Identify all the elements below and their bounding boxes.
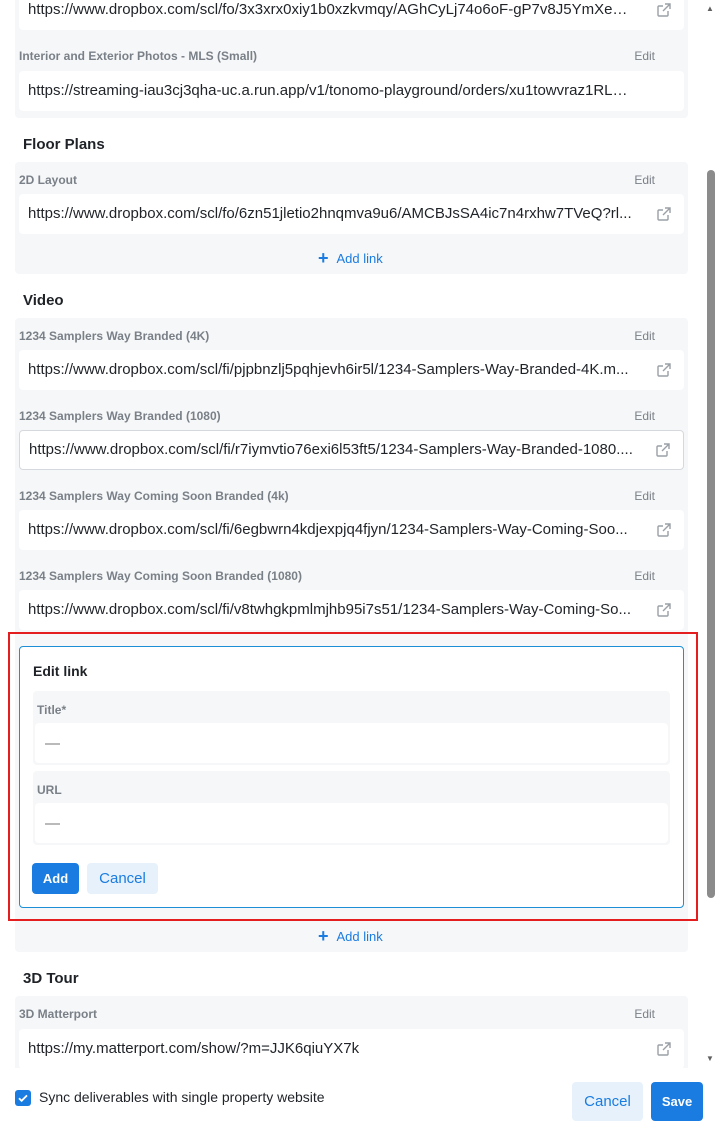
add-link-label: Add link [336, 250, 383, 266]
section-title-floor-plans: Floor Plans [23, 136, 105, 153]
link-title: Interior and Exterior Photos - MLS (Smal… [19, 49, 258, 63]
link-title: 1234 Samplers Way Coming Soon Branded (4… [19, 489, 289, 503]
link-url-text: https://www.dropbox.com/scl/fi/v8twhgkpm… [28, 601, 632, 618]
sync-checkbox-label: Sync deliverables with single property w… [39, 1089, 325, 1105]
link-title: 1234 Samplers Way Branded (1080) [19, 409, 221, 423]
add-link-label: Add link [336, 928, 383, 944]
save-button[interactable]: Save [651, 1082, 703, 1121]
link-url-box[interactable]: https://www.dropbox.com/scl/fi/r7iymvtio… [19, 430, 684, 470]
link-url-box[interactable]: https://www.dropbox.com/scl/fo/6zn51jlet… [19, 194, 684, 234]
link-title: 1234 Samplers Way Coming Soon Branded (1… [19, 569, 302, 583]
section-title-3d-tour: 3D Tour [23, 970, 79, 987]
add-link-button[interactable]: + Add link [318, 249, 383, 267]
dialog-footer: Sync deliverables with single property w… [0, 1068, 721, 1136]
link-url-text: https://www.dropbox.com/scl/fi/6egbwrn4k… [28, 521, 628, 538]
section-title-video: Video [23, 292, 64, 309]
link-url-box[interactable]: https://www.dropbox.com/scl/fi/6egbwrn4k… [19, 510, 684, 550]
edit-link-button[interactable]: Edit [634, 49, 655, 63]
external-link-icon[interactable] [656, 602, 672, 618]
external-link-icon[interactable] [655, 442, 671, 458]
link-url-box[interactable]: https://www.dropbox.com/scl/fo/3x3xrx0xi… [19, 0, 684, 30]
link-url-box[interactable]: https://my.matterport.com/show/?m=JJK6qi… [19, 1029, 684, 1068]
external-link-icon[interactable] [656, 362, 672, 378]
edit-link-button[interactable]: Edit [634, 329, 655, 343]
external-link-icon[interactable] [656, 522, 672, 538]
link-url-text: https://my.matterport.com/show/?m=JJK6qi… [28, 1040, 360, 1057]
scroll-up-arrow-icon[interactable]: ▲ [706, 4, 714, 13]
link-title: 2D Layout [19, 173, 78, 187]
edit-link-button[interactable]: Edit [634, 569, 655, 583]
scroll-thumb[interactable] [707, 170, 715, 898]
deliverables-scroll-area[interactable]: https://www.dropbox.com/scl/fo/3x3xrx0xi… [0, 0, 704, 1068]
link-url-box[interactable]: https://www.dropbox.com/scl/fi/pjpbnzlj5… [19, 350, 684, 390]
link-url-text: https://streaming-iau3cj3qha-uc.a.run.ap… [28, 82, 636, 99]
edit-link-button[interactable]: Edit [634, 409, 655, 423]
plus-icon: + [318, 926, 329, 946]
add-link-button[interactable]: + Add link [318, 927, 383, 945]
edit-link-button[interactable]: Edit [634, 173, 655, 187]
vertical-scrollbar[interactable]: ▲ ▼ [704, 0, 721, 1068]
link-url-box[interactable]: https://streaming-iau3cj3qha-uc.a.run.ap… [19, 71, 684, 111]
link-url-text: https://www.dropbox.com/scl/fo/6zn51jlet… [28, 205, 632, 222]
link-url-text: https://www.dropbox.com/scl/fo/3x3xrx0xi… [28, 1, 650, 18]
edit-link-button[interactable]: Edit [634, 489, 655, 503]
checkmark-icon [18, 1094, 28, 1103]
link-url-box[interactable]: https://www.dropbox.com/scl/fi/v8twhgkpm… [19, 590, 684, 630]
external-link-icon[interactable] [656, 1041, 672, 1057]
scroll-down-arrow-icon[interactable]: ▼ [706, 1054, 714, 1063]
external-link-icon[interactable] [656, 206, 672, 222]
plus-icon: + [318, 248, 329, 268]
edit-link-button[interactable]: Edit [634, 1007, 655, 1021]
footer-cancel-button[interactable]: Cancel [572, 1082, 643, 1121]
sync-checkbox[interactable] [15, 1090, 31, 1106]
link-url-text: https://www.dropbox.com/scl/fi/r7iymvtio… [29, 441, 633, 458]
external-link-icon[interactable] [656, 2, 672, 18]
link-title: 3D Matterport [19, 1007, 98, 1021]
highlight-box [8, 632, 698, 921]
link-title: 1234 Samplers Way Branded (4K) [19, 329, 210, 343]
link-url-text: https://www.dropbox.com/scl/fi/pjpbnzlj5… [28, 361, 629, 378]
